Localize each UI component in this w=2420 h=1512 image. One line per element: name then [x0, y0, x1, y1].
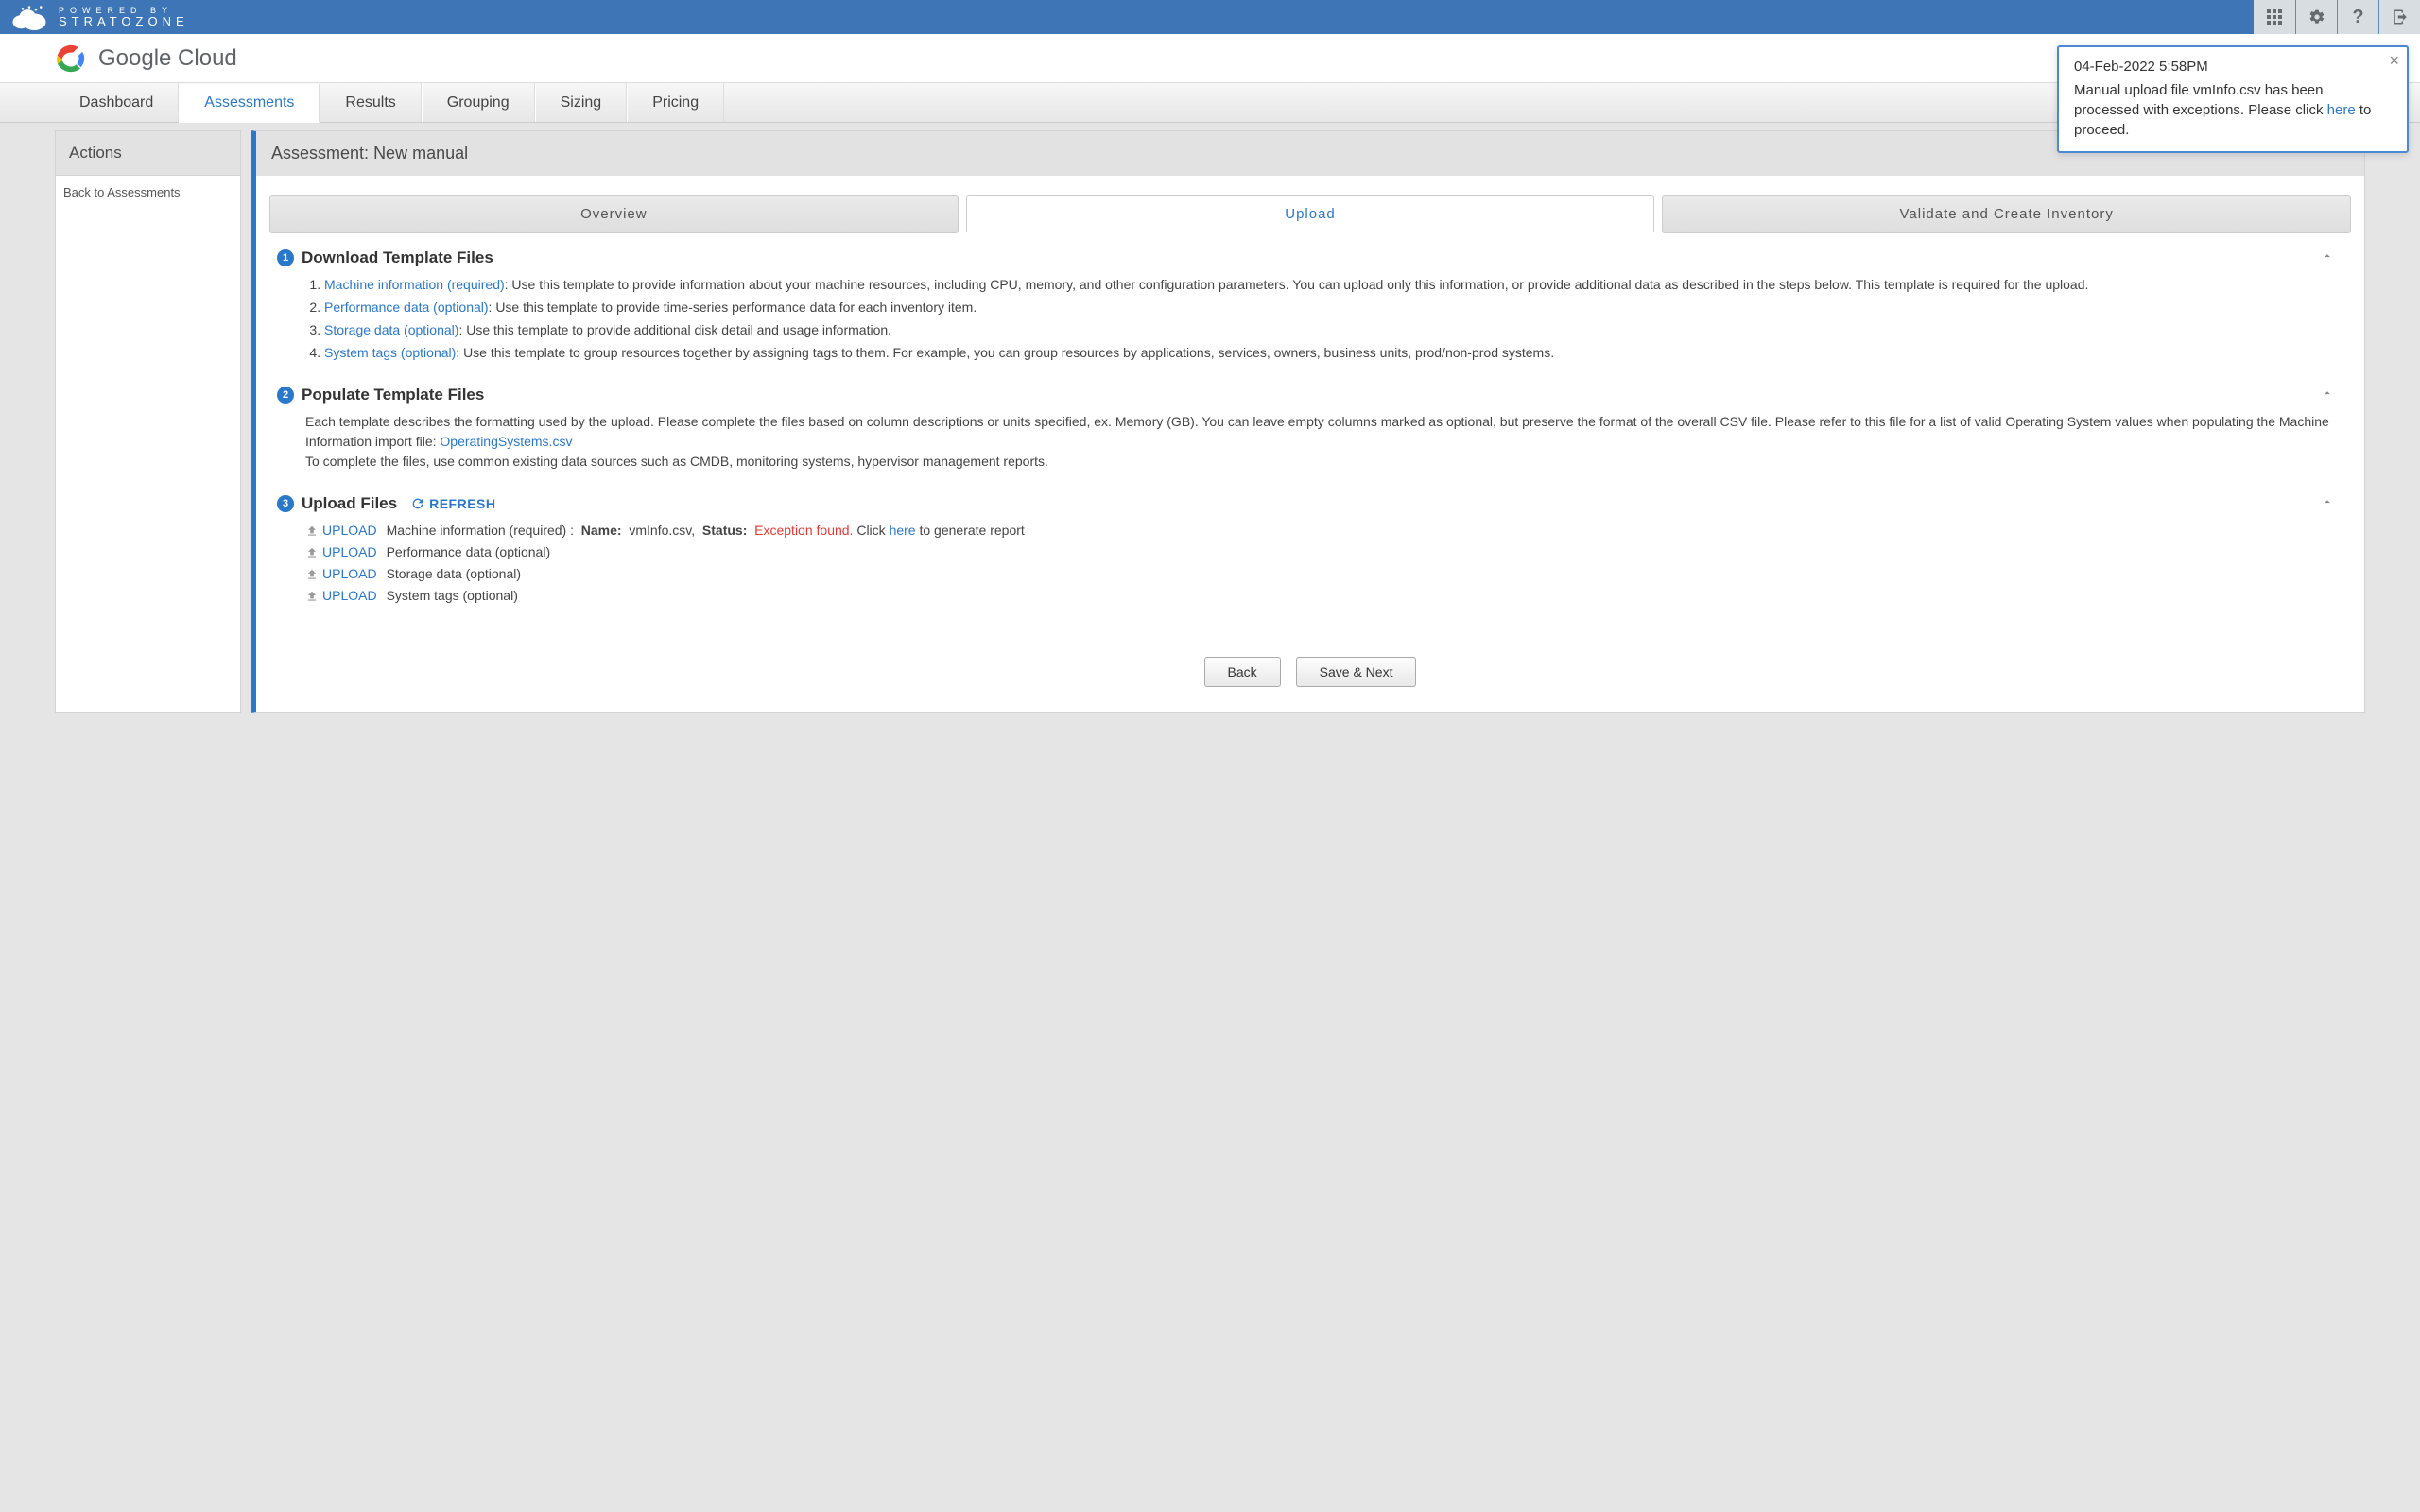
- panel-title-name: New manual: [373, 144, 468, 163]
- logout-icon: [2392, 9, 2409, 26]
- toast-timestamp: 04-Feb-2022 5:58PM: [2074, 59, 2392, 75]
- template-system-tags-text: : Use this template to group resources t…: [456, 345, 1554, 360]
- subtab-upload[interactable]: Upload: [966, 195, 1655, 233]
- chevron-up-icon: [2321, 387, 2334, 400]
- chevron-up-icon: [2321, 249, 2334, 263]
- nav-grouping[interactable]: Grouping: [422, 83, 535, 122]
- gc-google-text: Google: [98, 45, 171, 71]
- refresh-button[interactable]: REFRESH: [410, 496, 495, 511]
- step-1-collapse[interactable]: [2321, 249, 2343, 267]
- upload-system-tags[interactable]: UPLOAD: [322, 586, 377, 606]
- google-cloud-icon: [55, 43, 87, 75]
- cloud-icon: [9, 4, 49, 30]
- template-storage-text: : Use this template to provide additiona…: [458, 322, 891, 337]
- upload-row-0-name-lbl: Name:: [581, 523, 622, 538]
- step-upload-files: 3 Upload Files REFRESH: [277, 494, 2343, 606]
- logout-button[interactable]: [2378, 0, 2420, 34]
- nav-results[interactable]: Results: [320, 83, 421, 122]
- back-to-assessments-link[interactable]: Back to Assessments: [56, 176, 240, 209]
- step-populate-templates: 2 Populate Template Files Each template …: [277, 386, 2343, 472]
- nav-assessments[interactable]: Assessments: [179, 84, 320, 123]
- gc-cloud-text: Cloud: [171, 45, 236, 71]
- operating-systems-csv-link[interactable]: OperatingSystems.csv: [440, 434, 572, 449]
- upload-icon: [305, 524, 319, 538]
- apps-button[interactable]: [2254, 0, 2295, 34]
- upload-icon: [305, 590, 319, 603]
- step-3-title: Upload Files: [302, 494, 397, 513]
- toast-close-button[interactable]: ×: [2389, 51, 2399, 71]
- upload-row-3-label: System tags (optional): [387, 586, 518, 606]
- step-download-templates: 1 Download Template Files Machine inform…: [277, 249, 2343, 363]
- upload-row-1-label: Performance data (optional): [387, 542, 551, 562]
- upload-icon: [305, 546, 319, 559]
- upload-icon: [305, 568, 319, 581]
- template-performance-text: : Use this template to provide time-seri…: [489, 300, 977, 315]
- template-system-tags-link[interactable]: System tags (optional): [324, 345, 456, 360]
- panel-title-prefix: Assessment:: [271, 144, 369, 163]
- template-machine-info-link[interactable]: Machine information (required): [324, 277, 505, 292]
- upload-row-2-label: Storage data (optional): [387, 564, 521, 584]
- nav-pricing[interactable]: Pricing: [627, 83, 724, 122]
- upload-row-0-label: Machine information (required) :: [387, 523, 574, 538]
- actions-sidebar: Actions Back to Assessments: [55, 130, 241, 713]
- step-2-title: Populate Template Files: [302, 386, 484, 404]
- upload-row-0-name: vmInfo.csv,: [629, 523, 695, 538]
- settings-button[interactable]: [2295, 0, 2337, 34]
- refresh-icon: [410, 496, 425, 511]
- step-2-badge: 2: [277, 387, 294, 404]
- toast-message-1: Manual upload file vmInfo.csv has been p…: [2074, 82, 2327, 118]
- save-next-button[interactable]: Save & Next: [1296, 657, 1417, 687]
- upload-storage[interactable]: UPLOAD: [322, 564, 377, 584]
- panel-title: Assessment: New manual: [256, 131, 2364, 176]
- upload-row-0-click: Click: [856, 523, 889, 538]
- upload-row-0-status-lbl: Status:: [702, 523, 747, 538]
- template-performance-link[interactable]: Performance data (optional): [324, 300, 489, 315]
- gear-icon: [2308, 9, 2325, 26]
- step-1-title: Download Template Files: [302, 249, 493, 267]
- stratozone-logo: POWERED BY STRATOZONE: [9, 4, 189, 30]
- brand-text: STRATOZONE: [59, 15, 189, 27]
- help-icon: ?: [2352, 7, 2363, 28]
- template-storage-link[interactable]: Storage data (optional): [324, 322, 458, 337]
- step-2-text-2: To complete the files, use common existi…: [305, 454, 1048, 469]
- refresh-label: REFRESH: [429, 496, 495, 511]
- back-button[interactable]: Back: [1204, 657, 1281, 687]
- subtab-overview[interactable]: Overview: [269, 195, 959, 233]
- sidebar-title: Actions: [56, 131, 240, 176]
- generate-report-link[interactable]: here: [890, 523, 916, 538]
- nav-sizing[interactable]: Sizing: [535, 83, 628, 122]
- step-3-badge: 3: [277, 495, 294, 512]
- upload-performance[interactable]: UPLOAD: [322, 542, 377, 562]
- step-1-badge: 1: [277, 249, 294, 266]
- notification-toast: × 04-Feb-2022 5:58PM Manual upload file …: [2057, 45, 2409, 153]
- template-machine-info-text: : Use this template to provide informati…: [505, 277, 2089, 292]
- nav-dashboard[interactable]: Dashboard: [55, 83, 179, 122]
- step-2-text-1: Each template describes the formatting u…: [305, 414, 2329, 449]
- help-button[interactable]: ?: [2337, 0, 2378, 34]
- upload-machine-info[interactable]: UPLOAD: [322, 521, 377, 541]
- step-3-collapse[interactable]: [2321, 495, 2343, 513]
- step-2-collapse[interactable]: [2321, 387, 2343, 404]
- upload-row-0-status: Exception found.: [754, 523, 853, 538]
- toast-here-link[interactable]: here: [2327, 102, 2356, 118]
- upload-row-0-rest: to generate report: [916, 523, 1025, 538]
- top-bar: POWERED BY STRATOZONE ?: [0, 0, 2420, 34]
- chevron-up-icon: [2321, 495, 2334, 508]
- subtab-validate[interactable]: Validate and Create Inventory: [1662, 195, 2351, 233]
- apps-icon: [2267, 9, 2282, 25]
